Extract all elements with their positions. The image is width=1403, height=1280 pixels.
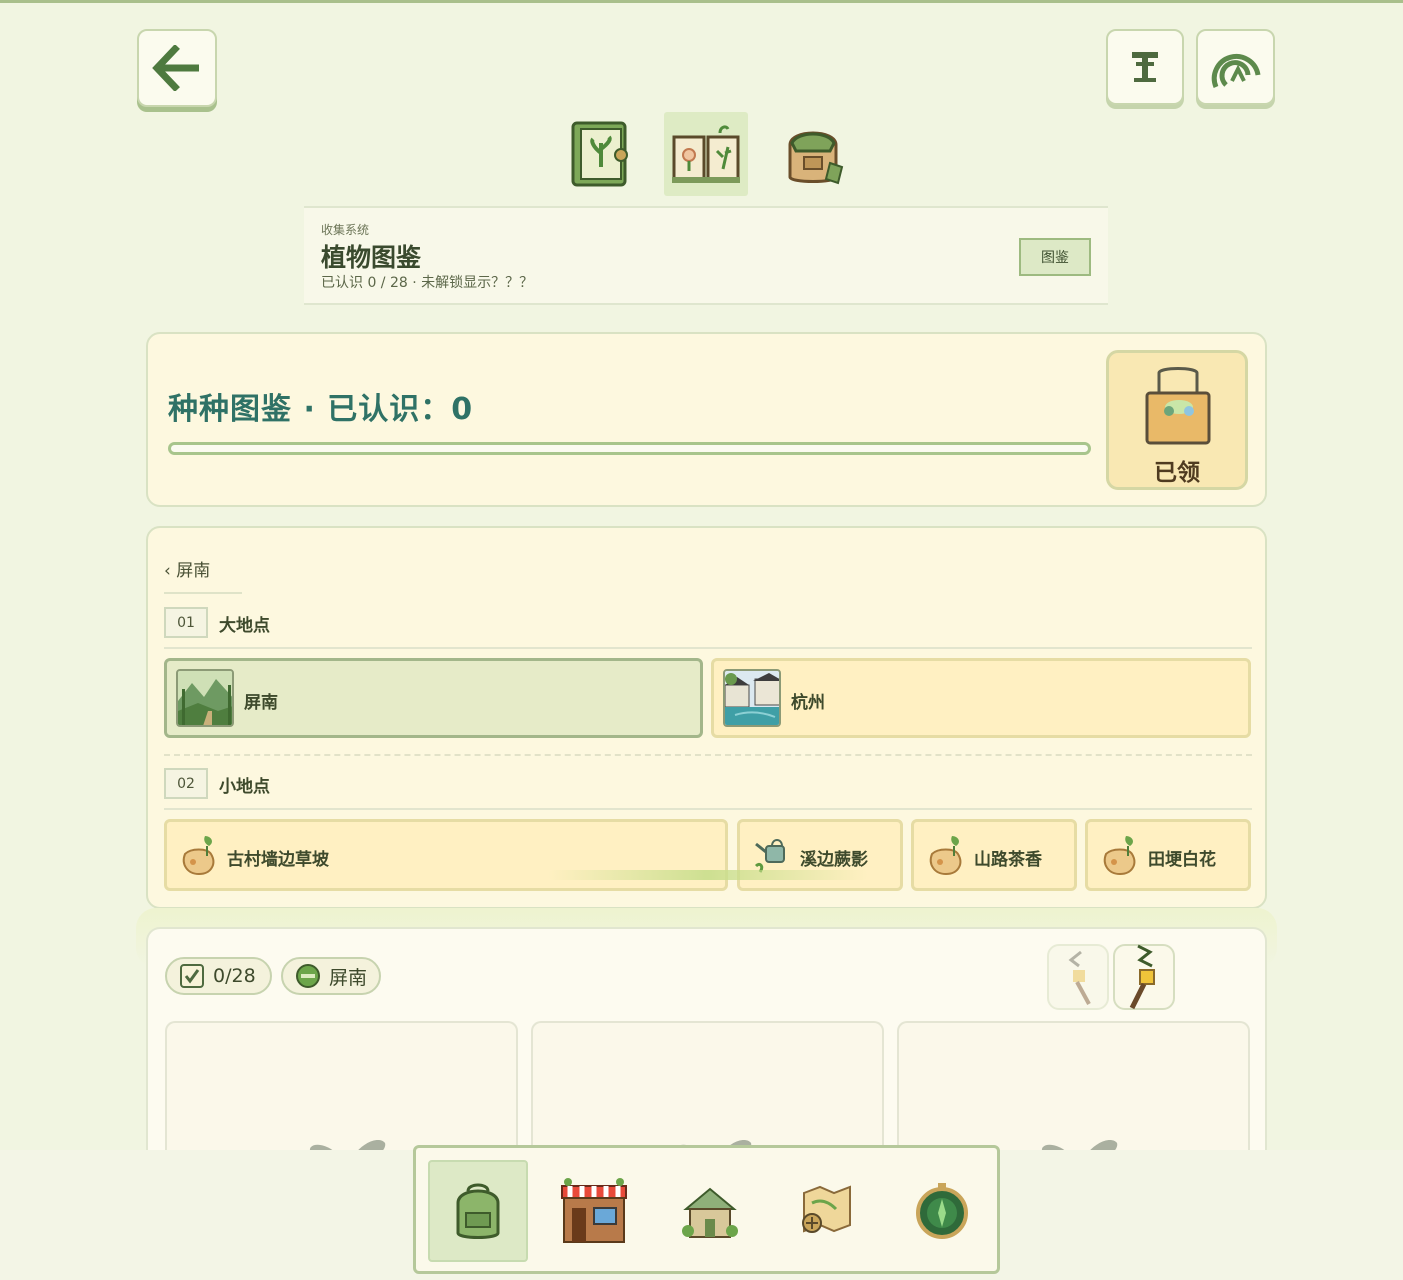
section-number: 01 [164,607,208,638]
big-location-label: 杭州 [791,693,825,713]
open-book-icon [672,125,740,183]
nav-backpack-icon [456,1183,500,1239]
region-filter-pill[interactable]: 屏南 [281,957,381,995]
text-size-button[interactable] [1106,29,1184,105]
collected-count-pill: 0/28 [165,957,272,995]
brush-next-button[interactable] [1113,944,1175,1010]
collection-meta: 已认识 0 / 28 · 未解锁显示？？？ [321,275,534,291]
nav-compass[interactable] [892,1160,992,1262]
small-location-section-header: 02 小地点 [164,768,1252,810]
tab-guidebook[interactable] [557,112,641,196]
collection-header: 收集系统 植物图鉴 已认识 0 / 28 · 未解锁显示？？？ 图鉴 [304,206,1108,305]
brush-icon [1068,950,1091,1005]
spiral-icon [1211,53,1260,88]
small-location-village-slope[interactable]: 古村墙边草坡 [164,819,728,891]
breadcrumb[interactable]: ‹ 屏南 [164,556,242,594]
seed-bag-icon [182,836,215,876]
hangzhou-canal-thumbnail [723,669,781,727]
seed-bag-icon [929,836,962,876]
section-label: 大地点 [219,616,270,636]
paint-brush-icon [1129,944,1155,1010]
pingnan-landscape-thumbnail [176,669,234,727]
progress-bar [168,442,1091,455]
small-location-label: 田埂白花 [1148,850,1216,870]
region-filter-label: 屏南 [329,966,368,989]
guidebook-badge-button[interactable]: 图鉴 [1019,238,1091,276]
small-location-field-flowers[interactable]: 田埂白花 [1085,819,1251,891]
big-location-section-header: 01 大地点 [164,607,1252,649]
bottom-navigation [413,1145,1000,1274]
text-tool-icon [1132,52,1158,82]
small-location-label: 溪边蕨影 [800,850,868,870]
nav-map-icon [802,1185,851,1233]
top-border [0,0,1403,3]
spiral-button[interactable] [1196,29,1275,105]
small-location-label: 古村墙边草坡 [227,850,329,870]
nav-map[interactable] [776,1160,876,1262]
nav-shop[interactable] [544,1160,644,1262]
progress-card: 种种图鉴 · 已认识：0 已领 [146,332,1267,507]
section-number: 02 [164,768,208,799]
green-book-icon [571,121,628,187]
nav-backpack[interactable] [428,1160,528,1262]
small-location-fern-stream[interactable]: 溪边蕨影 [737,819,903,891]
reward-claimed-label: 已领 [1154,460,1200,486]
nav-compass-icon [916,1183,968,1239]
back-button[interactable] [137,29,217,107]
tab-plant-book[interactable] [664,112,748,196]
big-location-pingnan[interactable]: 屏南 [164,658,703,738]
progress-title: 种种图鉴 · 已认识：0 [168,392,474,427]
arrow-left-icon [152,45,199,91]
tab-backpack[interactable] [771,112,855,196]
small-location-label: 山路茶香 [974,850,1042,870]
reward-claim-button[interactable]: 已领 [1106,350,1248,490]
page-title: 植物图鉴 [321,243,422,272]
checkbox-icon [180,964,204,988]
brush-prev-button[interactable] [1047,944,1109,1010]
small-location-mountain-tea[interactable]: 山路茶香 [911,819,1077,891]
section-divider [164,754,1252,756]
system-subtitle: 收集系统 [321,223,370,237]
leaf-badge-icon [296,964,320,988]
big-location-label: 屏南 [244,693,278,713]
nav-cottage-icon [682,1187,738,1238]
location-selector: ‹ 屏南 01 大地点 屏南 杭州 02 小地点 古村墙边草坡 溪边蕨影 山路茶… [146,526,1267,909]
nav-shop-icon [561,1178,627,1243]
backpack-icon [788,131,844,185]
selection-glow [548,870,868,880]
seed-bag-icon [1103,836,1136,876]
collected-count: 0/28 [213,965,256,987]
big-location-hangzhou[interactable]: 杭州 [711,658,1251,738]
section-label: 小地点 [219,777,270,797]
gift-bag-icon [1145,367,1211,445]
nav-cottage[interactable] [660,1160,760,1262]
